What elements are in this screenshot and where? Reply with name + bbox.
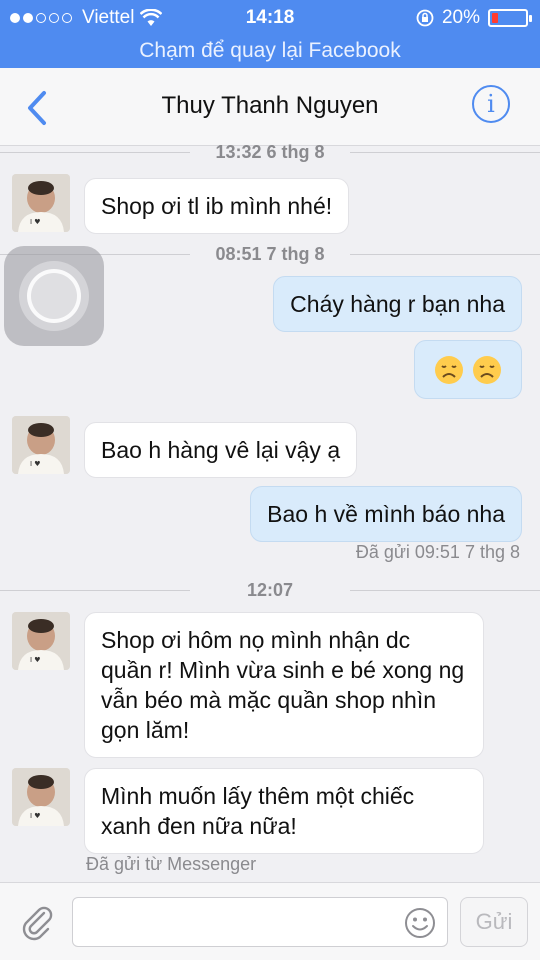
outgoing-message-bubble[interactable]: Bao h về mình báo nha	[250, 486, 522, 542]
battery-icon	[488, 9, 532, 27]
avatar[interactable]: I ♥	[12, 768, 70, 826]
message-input[interactable]	[72, 897, 448, 947]
navigation-bar: Thuy Thanh Nguyen i	[0, 68, 540, 146]
rotation-lock-icon	[416, 9, 434, 27]
chat-thread[interactable]: 13:32 6 thg 8 I ♥ Shop ơi tl ib mình nhé…	[0, 142, 540, 882]
avatar[interactable]: I ♥	[12, 416, 70, 474]
incoming-message-bubble[interactable]: Bao h hàng vê lại vậy ạ	[84, 422, 358, 478]
send-button[interactable]: Gửi	[460, 897, 528, 947]
outgoing-emoji-bubble[interactable]	[413, 340, 522, 399]
incoming-message-bubble[interactable]: Mình muốn lấy thêm một chiếc xanh đen nữ…	[84, 768, 484, 854]
sent-via-label: Đã gửi từ Messenger	[86, 854, 257, 874]
svg-text:I ♥: I ♥	[30, 460, 41, 468]
top-banner-area: Viettel 14:18 20% Chạm để quay lại Faceb…	[0, 0, 540, 68]
battery-percent: 20%	[441, 7, 480, 28]
conversation-title: Thuy Thanh Nguyen	[161, 92, 379, 119]
sad-face-icon	[473, 355, 501, 384]
svg-text:I ♥: I ♥	[30, 656, 41, 664]
svg-text:I ♥: I ♥	[30, 218, 41, 226]
incoming-message-bubble[interactable]: Shop ơi tl ib mình nhé!	[84, 178, 350, 234]
status-bar: Viettel 14:18 20%	[0, 0, 540, 34]
info-icon[interactable]: i	[472, 85, 510, 123]
assistive-touch-button[interactable]	[4, 246, 104, 346]
avatar[interactable]: I ♥	[12, 174, 70, 232]
date-divider: 13:32 6 thg 8	[0, 142, 540, 162]
smiley-icon[interactable]	[404, 907, 436, 939]
avatar[interactable]: I ♥	[12, 612, 70, 670]
incoming-message-bubble[interactable]: Shop ơi hôm nọ mình nhận dc quần r! Mình…	[84, 612, 484, 758]
return-to-facebook-banner[interactable]: Chạm để quay lại Facebook	[0, 34, 540, 68]
sad-face-icon	[434, 355, 463, 384]
svg-text:I ♥: I ♥	[30, 812, 41, 820]
message-composer: Gửi	[0, 882, 540, 960]
outgoing-message-bubble[interactable]: Cháy hàng r bạn nha	[273, 276, 522, 332]
paperclip-icon[interactable]	[18, 903, 56, 941]
delivery-status: Đã gửi 09:51 7 thg 8	[355, 542, 520, 562]
time-divider: 12:07	[0, 580, 540, 600]
